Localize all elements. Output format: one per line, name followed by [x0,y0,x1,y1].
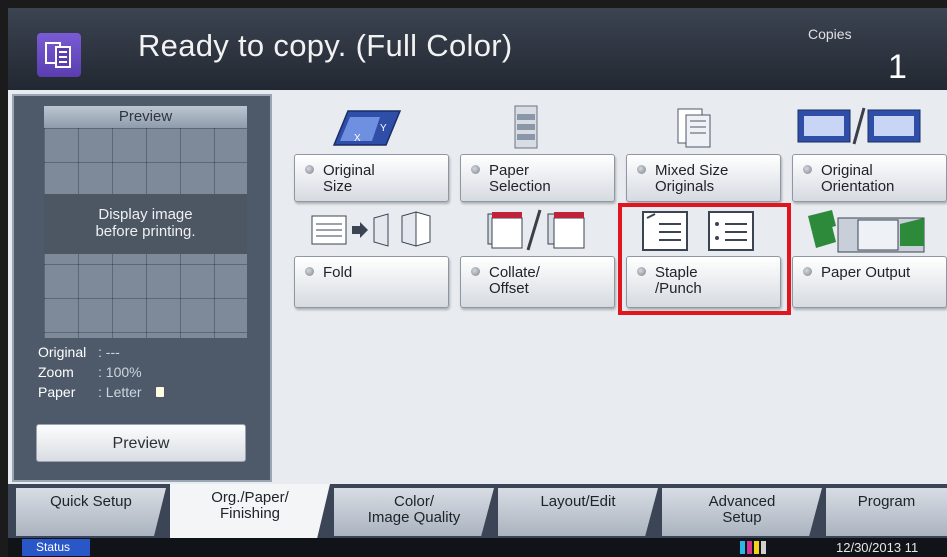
job-info-list: Original : --- Zoom : 100% Paper : Lette… [38,342,258,402]
original-orientation-button[interactable]: Original Orientation [792,154,947,202]
indicator-dot [637,165,646,174]
toner-yellow [754,541,759,554]
button-label-line1: Collate/ [489,264,540,281]
indicator-dot [803,267,812,276]
button-label-line2: Offset [489,280,529,297]
tab-layout-edit[interactable]: Layout/Edit [498,488,658,536]
tab-label-line1: Org./Paper/ [211,489,289,506]
info-value: : --- [98,344,120,360]
info-value: : Letter [98,384,142,400]
toner-cyan [740,541,745,554]
mixed-size-originals-button[interactable]: Mixed Size Originals [626,154,781,202]
info-key: Zoom [38,364,74,380]
header-bar: Ready to copy. (Full Color) Copies 1 [8,8,947,90]
tab-bar: Quick Setup Org./Paper/ Finishing Color/… [8,484,947,538]
button-label-line1: Fold [323,264,353,281]
toner-black [761,541,766,554]
preview-panel: Preview Display image before printing. O… [12,94,272,482]
indicator-dot [471,267,480,276]
info-row-original: Original : --- [38,342,258,362]
copies-label: Copies [808,26,852,42]
button-label-line2: Size [323,178,353,195]
status-bar: Status 12/30/2013 11 [8,538,947,557]
button-label-line1: Paper Output [821,264,911,281]
button-label-line1: Paper [489,162,530,179]
tab-label-line1: Program [857,493,916,510]
mixed-size-icon [674,106,718,150]
tab-quick-setup[interactable]: Quick Setup [16,488,166,536]
preview-message-line2: before printing. [95,223,196,240]
button-label-line2: /Punch [655,280,702,297]
collate-offset-icon [476,208,596,252]
tab-label-line1: Advanced [708,493,776,510]
button-label-line1: Original [323,162,375,179]
svg-text:X: X [354,133,361,144]
info-key: Original [38,344,87,360]
svg-text:Y: Y [380,123,387,134]
tab-label-line2: Image Quality [367,509,461,526]
tab-org-paper-finishing[interactable]: Org./Paper/ Finishing [170,484,330,538]
date-time: 12/30/2013 11 [836,540,919,555]
paper-selection-icon [508,104,548,150]
info-value: : 100% [98,364,142,380]
fold-icon [306,210,436,250]
preview-button[interactable]: Preview [36,424,246,462]
indicator-dot [471,165,480,174]
preview-message-line1: Display image [98,206,193,223]
status-title: Ready to copy. (Full Color) [138,28,513,63]
button-label-line1: Staple [655,264,698,281]
button-label-line2: Selection [489,178,551,195]
indicator-dot [637,267,646,276]
indicator-dot [803,165,812,174]
indicator-dot [305,267,314,276]
info-key: Paper [38,384,76,400]
tab-label-line2: Setup [722,509,762,526]
status-button[interactable]: Status [22,539,90,556]
collate-offset-button[interactable]: Collate/ Offset [460,256,615,308]
tab-color-image-quality[interactable]: Color/ Image Quality [334,488,494,536]
indicator-dot [305,165,314,174]
tab-program[interactable]: Program [826,488,947,536]
preview-heading: Preview [44,106,247,128]
button-label-line1: Original [821,162,873,179]
copy-icon [37,33,81,77]
paper-icon [155,387,164,397]
paper-output-button[interactable]: Paper Output [792,256,947,308]
toner-level-icon [740,541,766,554]
tab-advanced-setup[interactable]: Advanced Setup [662,488,822,536]
original-size-icon: Y X [326,106,406,148]
toner-magenta [747,541,752,554]
fold-button[interactable]: Fold [294,256,449,308]
button-label-line1: Mixed Size [655,162,729,179]
paper-output-icon [800,206,930,254]
staple-punch-icon [634,210,764,252]
info-row-paper: Paper : Letter [38,382,258,402]
copier-screen: Ready to copy. (Full Color) Copies 1 Pre… [8,8,947,557]
original-size-button[interactable]: Original Size [294,154,449,202]
button-label-line2: Originals [655,178,715,195]
paper-selection-button[interactable]: Paper Selection [460,154,615,202]
info-row-zoom: Zoom : 100% [38,362,258,382]
tab-label-line1: Quick Setup [50,493,132,510]
button-label-line2: Orientation [821,178,895,195]
function-area: Y X Original Size Paper Selection Mixed … [278,94,947,489]
copies-count[interactable]: 1 [888,48,907,87]
original-orientation-icon [790,106,930,146]
tab-label-line1: Color/ [393,493,434,510]
tab-label-line2: Finishing [219,505,281,522]
preview-message: Display image before printing. [44,194,247,254]
tab-label-line1: Layout/Edit [540,493,616,510]
staple-punch-button[interactable]: Staple /Punch [626,256,781,308]
